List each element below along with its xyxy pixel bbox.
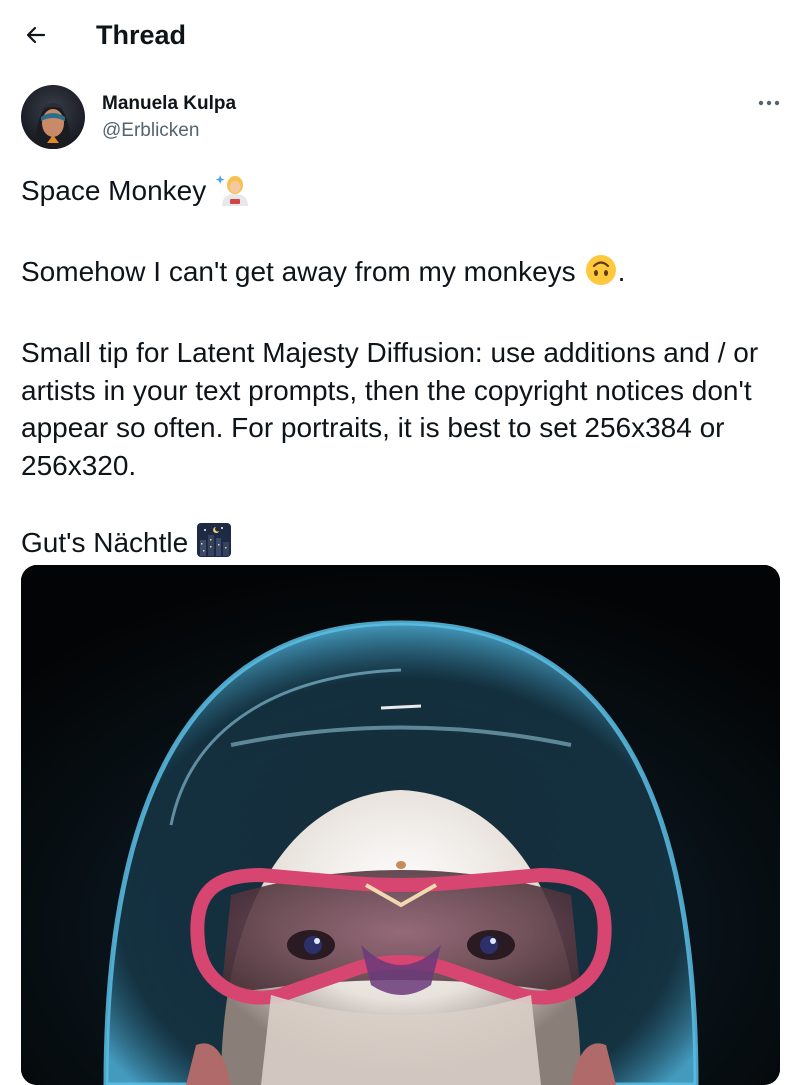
tweet-line: Gut's Nächtle <box>21 522 791 568</box>
tweet-text: Space Monkey Somehow I can't get away fr… <box>21 172 791 567</box>
tweet-line-text: Gut's Nächtle <box>21 526 189 558</box>
more-horizontal-icon <box>758 100 780 106</box>
astronaut-emoji <box>214 172 250 216</box>
author-handle[interactable]: @Erblicken <box>102 119 199 143</box>
tweet-line-text: Space Monkey <box>21 175 207 206</box>
author-name[interactable]: Manuela Kulpa <box>102 92 236 116</box>
tweet-line: Somehow I can't get away from my monkeys… <box>21 253 791 297</box>
night-city-emoji <box>196 522 232 568</box>
space-monkey-image <box>21 565 780 1085</box>
arrow-left-icon <box>26 26 46 44</box>
more-options-button[interactable] <box>750 88 788 118</box>
tweet-media[interactable] <box>21 565 780 1085</box>
tweet-paragraph: Small tip for Latent Majesty Diffusion: … <box>21 337 759 481</box>
upside-down-face-emoji <box>584 253 618 297</box>
tweet-line: Space Monkey <box>21 172 791 216</box>
back-button[interactable] <box>18 18 54 52</box>
tweet-line-suffix: . <box>617 256 626 287</box>
tweet-line-text: Somehow I can't get away from my monkeys <box>21 256 576 287</box>
thread-header: Thread <box>0 0 800 70</box>
avatar[interactable] <box>21 85 85 149</box>
page-title: Thread <box>96 20 187 50</box>
